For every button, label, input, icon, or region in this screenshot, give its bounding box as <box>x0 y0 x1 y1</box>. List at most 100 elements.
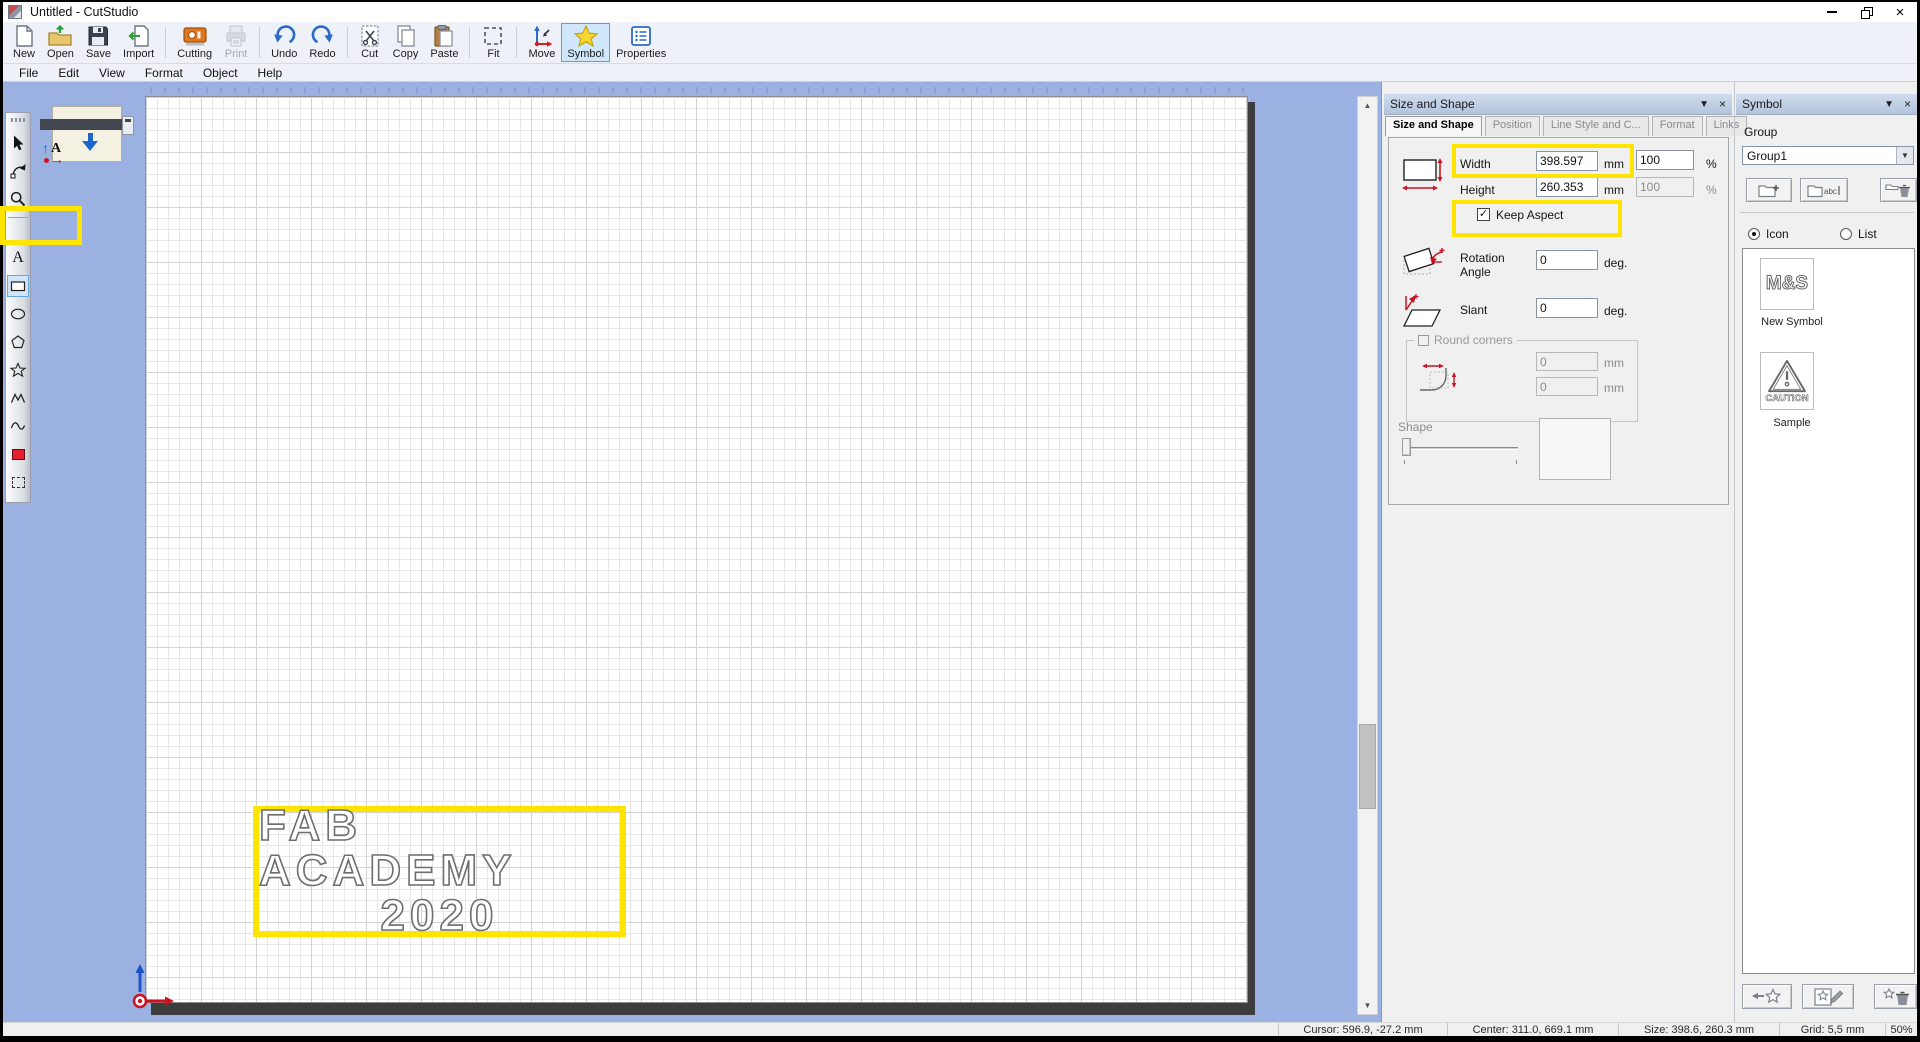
scroll-down-button[interactable]: ▼ <box>1358 997 1377 1014</box>
height-input[interactable] <box>1536 177 1598 197</box>
chevron-down-icon[interactable]: ▼ <box>1896 147 1913 164</box>
round-corners-legend: Round corners <box>1414 333 1517 347</box>
star-trash-icon <box>1882 987 1909 1005</box>
shape-label: Shape <box>1398 420 1433 434</box>
save-button[interactable]: Save <box>80 23 117 62</box>
panel-close-icon[interactable]: × <box>1904 97 1911 111</box>
print-button: Print <box>218 23 254 62</box>
move-button[interactable]: Move <box>522 23 561 62</box>
ellipse-tool[interactable] <box>7 303 29 325</box>
slant-icon <box>1402 294 1442 327</box>
artwork-text-line1: FAB ACADEMY <box>258 801 517 896</box>
svg-text:abc: abc <box>1824 187 1837 196</box>
palette-grip[interactable] <box>11 118 25 122</box>
paste-button[interactable]: Paste <box>424 23 464 62</box>
polyline-tool[interactable] <box>7 387 29 409</box>
cutting-button[interactable]: Cutting <box>171 23 218 62</box>
menu-object[interactable]: Object <box>193 65 248 81</box>
select-area-tool[interactable] <box>7 471 29 493</box>
delete-group-button[interactable] <box>1880 178 1917 202</box>
round-corners-checkbox <box>1418 334 1429 346</box>
panel-collapse-icon[interactable]: ▼ <box>1884 99 1894 110</box>
red-color-icon <box>11 448 25 460</box>
copy-button[interactable]: Copy <box>387 23 425 62</box>
edit-symbol-button[interactable] <box>1802 984 1854 1009</box>
undo-icon <box>272 24 296 48</box>
icon-view-radio[interactable] <box>1748 228 1760 240</box>
slant-input[interactable] <box>1536 298 1598 318</box>
tab-links[interactable]: Links <box>1705 116 1748 136</box>
select-tool[interactable] <box>7 132 29 154</box>
window-title: Untitled - CutStudio <box>30 5 139 19</box>
close-button[interactable]: × <box>1883 2 1917 22</box>
panel-collapse-icon[interactable]: ▼ <box>1699 99 1709 110</box>
tab-format[interactable]: Format <box>1651 116 1703 136</box>
polygon-tool[interactable] <box>7 331 29 353</box>
top-guide-dots <box>150 87 1245 93</box>
tab-line-style[interactable]: Line Style and C... <box>1542 116 1649 136</box>
restore-button[interactable] <box>1849 2 1883 22</box>
star-pencil-icon <box>1814 987 1843 1006</box>
status-cursor: Cursor: 596.9, -27.2 mm <box>1278 1023 1447 1036</box>
minimize-button[interactable] <box>1815 2 1849 22</box>
menu-view[interactable]: View <box>89 65 135 81</box>
tab-size-and-shape[interactable]: Size and Shape <box>1385 116 1482 136</box>
new-group-button[interactable] <box>1746 178 1792 202</box>
tab-position[interactable]: Position <box>1484 116 1540 136</box>
cut-button[interactable]: Cut <box>353 23 387 62</box>
redo-button[interactable]: Redo <box>303 23 341 62</box>
list-view-label: List <box>1858 227 1877 241</box>
feed-arrow-icon <box>82 133 98 151</box>
clipboard-icon <box>432 24 456 48</box>
symbol-button[interactable]: Symbol <box>561 23 611 62</box>
symbol-group-select[interactable]: Group1 ▼ <box>1742 146 1914 165</box>
menu-file[interactable]: File <box>9 65 48 81</box>
move-axes-icon <box>530 24 554 48</box>
rename-group-button[interactable]: abc <box>1800 178 1848 202</box>
status-zoom: 50% <box>1885 1023 1917 1036</box>
menu-help[interactable]: Help <box>248 65 293 81</box>
symbol-item-sample[interactable]: CAUTION <box>1760 352 1814 410</box>
panel-close-icon[interactable]: × <box>1719 97 1726 111</box>
rotation-label-line1: Rotation <box>1460 251 1505 265</box>
symbol-item-label: New Symbol <box>1761 316 1823 328</box>
tool-palette: A <box>5 112 31 503</box>
group-label: Group <box>1744 125 1778 139</box>
delete-symbol-button[interactable] <box>1874 984 1917 1009</box>
menu-format[interactable]: Format <box>135 65 193 81</box>
import-button[interactable]: Import <box>117 23 160 62</box>
app-icon <box>8 5 22 19</box>
canvas-vscrollbar[interactable]: ▲ ▼ <box>1357 96 1378 1015</box>
new-button[interactable]: New <box>7 23 41 62</box>
canvas-shadow <box>151 1003 1255 1015</box>
scroll-thumb[interactable] <box>1359 724 1376 809</box>
symbol-item-new-symbol[interactable]: M&S <box>1760 258 1814 310</box>
open-button[interactable]: Open <box>41 23 80 62</box>
menu-edit[interactable]: Edit <box>48 65 89 81</box>
shape-slider-thumb[interactable] <box>1402 438 1411 456</box>
icon-view-label: Icon <box>1766 227 1789 241</box>
rotation-unit: deg. <box>1604 256 1628 270</box>
undo-button[interactable]: Undo <box>265 23 303 62</box>
rectangle-tool[interactable] <box>7 275 29 297</box>
import-symbol-button[interactable] <box>1742 984 1792 1009</box>
fit-button[interactable]: Fit <box>475 23 511 62</box>
list-view-radio[interactable] <box>1840 228 1852 240</box>
marquee-icon <box>11 476 25 488</box>
scroll-up-button[interactable]: ▲ <box>1358 97 1377 114</box>
properties-button[interactable]: Properties <box>610 23 672 62</box>
width-percent-unit: % <box>1706 157 1717 171</box>
fill-color-swatch[interactable] <box>7 443 29 465</box>
rotation-input[interactable] <box>1536 250 1598 270</box>
height-percent-input <box>1636 177 1694 197</box>
curve-tool[interactable] <box>7 415 29 437</box>
toolbar-separator <box>259 27 261 58</box>
symbol-panel-header: Symbol ▼ × <box>1736 94 1917 115</box>
node-edit-tool[interactable] <box>7 160 29 182</box>
star-tool[interactable] <box>7 359 29 381</box>
artwork-selection[interactable]: FAB ACADEMY 2020 <box>253 801 626 939</box>
width-percent-input[interactable] <box>1636 150 1694 170</box>
text-tool[interactable]: A <box>7 247 29 269</box>
origin-marker <box>132 964 174 1009</box>
statusbar: Cursor: 596.9, -27.2 mm Center: 311.0, 6… <box>3 1022 1917 1036</box>
